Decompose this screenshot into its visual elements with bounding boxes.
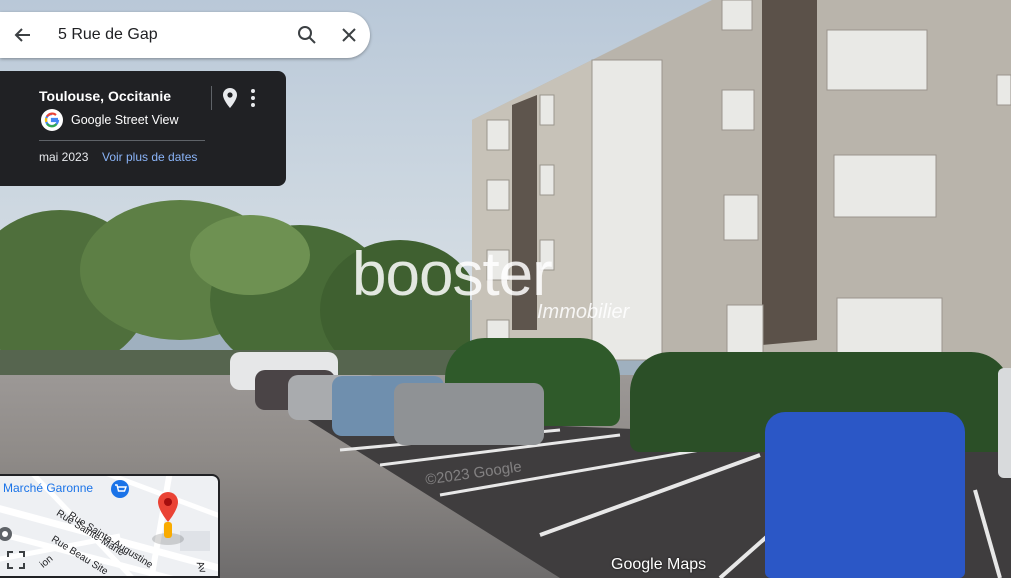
pegman-location-marker-icon bbox=[152, 492, 184, 545]
location-pin-icon bbox=[223, 88, 237, 108]
more-dates-link[interactable]: Voir plus de dates bbox=[102, 150, 197, 164]
street-view-provider: Google Street View bbox=[41, 109, 178, 131]
provider-label: Google Street View bbox=[71, 113, 179, 127]
search-input[interactable]: 5 Rue de Gap bbox=[46, 26, 286, 44]
shopping-cart-icon bbox=[111, 480, 129, 498]
car-white-edge bbox=[998, 368, 1011, 478]
location-pin-button[interactable] bbox=[221, 87, 239, 109]
search-bar: 5 Rue de Gap bbox=[0, 12, 370, 58]
search-icon bbox=[298, 26, 316, 44]
divider bbox=[211, 86, 212, 110]
more-vert-icon bbox=[251, 89, 255, 107]
fullscreen-icon bbox=[7, 551, 25, 569]
car-grey bbox=[394, 383, 544, 445]
watermark-brand: booster bbox=[352, 240, 553, 309]
separator bbox=[39, 140, 205, 141]
back-arrow-icon bbox=[14, 28, 30, 42]
capture-date: mai 2023 bbox=[39, 150, 89, 164]
search-button[interactable] bbox=[286, 12, 328, 58]
compass-icon bbox=[0, 527, 12, 541]
location-title: Toulouse, Occitanie bbox=[39, 88, 171, 104]
car-blue bbox=[765, 412, 965, 578]
google-maps-logo: Google Maps bbox=[611, 556, 707, 573]
minimap[interactable]: Marché Garonne Rue Sainte-Augustine Rue … bbox=[0, 474, 220, 578]
booster-watermark: booster Immobilier bbox=[352, 240, 629, 324]
close-button[interactable] bbox=[328, 12, 370, 58]
google-logo-icon bbox=[41, 109, 63, 131]
close-icon bbox=[342, 28, 356, 42]
expand-map-button[interactable] bbox=[6, 550, 26, 570]
watermark-sub: Immobilier bbox=[537, 301, 630, 323]
minimap-label-marche: Marché Garonne bbox=[3, 481, 94, 495]
more-options-button[interactable] bbox=[246, 87, 260, 109]
location-info-card: Toulouse, Occitanie Google Street View m… bbox=[0, 71, 286, 186]
back-button[interactable] bbox=[0, 12, 46, 58]
